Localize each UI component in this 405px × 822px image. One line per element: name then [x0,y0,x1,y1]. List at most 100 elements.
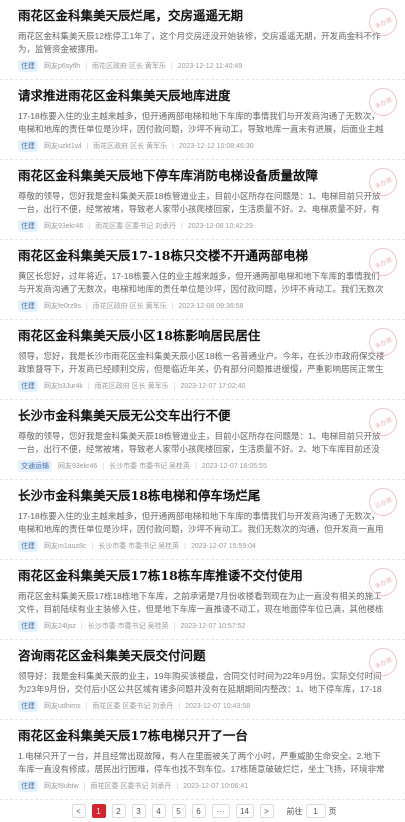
category-tag[interactable]: 住建 [18,140,38,152]
post-time: 2023-12-12 10:08:46:30 [178,142,254,150]
post-summary: 领导，您好，我是长沙市雨花区金科集美天辰小区18栋一名普通业户。今年，在长沙市政… [18,351,385,374]
post-title[interactable]: 请求推进雨花区金科集美天辰地库进度 [18,88,387,104]
category-tag[interactable]: 住建 [18,700,38,712]
page-1-button[interactable]: 1 [91,804,106,818]
category-tag[interactable]: 住建 [18,780,38,792]
post-summary: 尊敬的领导，您好我是金科集美天辰18栋管道业主，目前小区所存在问题是：1、电梯目… [18,191,381,214]
list-item[interactable]: 雨花区金科集美天辰烂尾，交房遥遥无期 雨花区金科集美天辰12栋停工1年了，这个月… [0,0,405,80]
meta-divider: | [87,382,90,390]
post-summary: 雨花区金科集美天辰12栋停工1年了，这个月交房还没开始装修，交房遥遥无期，开发商… [18,31,381,54]
category-tag[interactable]: 交通运输 [18,460,52,472]
category-tag[interactable]: 住建 [18,60,38,72]
page-4-button[interactable]: 4 [151,804,166,818]
post-meta: 住建 网友f8ubtw | 雨花区委 区委书记 刘承丹 | 2023-12-07… [18,780,387,792]
meta-divider: | [83,782,86,790]
page-unit-label: 页 [328,806,337,816]
post-title[interactable]: 长沙市金科集美天辰无公交车出行不便 [18,408,387,424]
post-title[interactable]: 雨花区金科集美天辰17-18栋只交楼不开通两部电梯 [18,248,387,264]
post-meta: 住建 网友fe0rz9s | 雨花区政府 区长 黄军乐 | 2023-12-08… [18,300,387,312]
post-department: 长沙市委 市委书记 吴桂英 [87,623,169,630]
list-item[interactable]: 长沙市金科集美天辰18栋电梯和停车场烂尾 17-18栋要入住的业主越来越多，但开… [0,480,405,560]
meta-divider: | [91,542,94,550]
post-user: 网友p6syflh [44,63,81,70]
post-meta: 住建 网友m1auz8c | 长沙市委 市委书记 吴桂英 | 2023-12-0… [18,540,387,552]
post-time: 2023-12-07 10:06:41 [183,782,249,790]
meta-divider: | [102,462,105,470]
list-item[interactable]: 雨花区金科集美天辰17栋电梯只开了一台 1.电梯只开了一台，并且经常出现故障，有… [0,720,405,800]
post-user: 网友24ljsz [44,623,76,630]
pagination: < 1 2 3 4 5 6 ··· 14 > 前往 1 页 [0,800,405,822]
post-department: 雨花区政府 区长 黄军乐 [93,143,168,150]
category-tag[interactable]: 住建 [18,620,38,632]
post-user: 网友m1auz8c [44,543,87,550]
post-summary: 黄区长您好，过年将近，17-18栋要入住的业主越来越多，但开通两部电梯和地下车库… [18,271,384,294]
post-meta: 住建 网友b3Jur4k | 雨花区政府 区长 黄军乐 | 2023-12-07… [18,380,387,392]
category-tag[interactable]: 住建 [18,220,38,232]
page-ellipsis-button[interactable]: ··· [211,804,230,818]
prev-page-button[interactable]: < [71,804,86,818]
page-5-button[interactable]: 5 [171,804,186,818]
list-item[interactable]: 咨询雨花区金科集美天辰交付问题 领导好：我是金科集美天辰的业主，19年购买该楼盘… [0,640,405,720]
post-meta: 住建 网友93ekr46 | 雨花区委 区委书记 刘承丹 | 2023-12-0… [18,220,387,232]
post-department: 长沙市委 市委书记 吴桂英 [109,463,191,470]
post-user: 网友uzkt1wl [44,143,82,150]
list-item[interactable]: 长沙市金科集美天辰无公交车出行不便 尊敬的领导，您好我是金科集美天辰18栋管道业… [0,400,405,480]
post-summary: 雨花区金科集美天辰17栋18栋地下车库，之前承诺是7月份收楼看到现在为止一直没有… [18,591,384,614]
list-item[interactable]: 雨花区金科集美天辰地下停车库消防电梯设备质量故障 尊敬的领导，您好我是金科集美天… [0,160,405,240]
list-item[interactable]: 请求推进雨花区金科集美天辰地库进度 17-18栋要入住的业主越来越多，但开通两部… [0,80,405,160]
post-list: 雨花区金科集美天辰烂尾，交房遥遥无期 雨花区金科集美天辰12栋停工1年了，这个月… [0,0,405,800]
category-tag[interactable]: 住建 [18,380,38,392]
post-department: 雨花区政府 区长 黄军乐 [92,303,167,310]
next-page-button[interactable]: > [259,804,274,818]
list-item[interactable]: 雨花区金科集美天辰17栋18栋车库推诿不交付使用 雨花区金科集美天辰17栋18栋… [0,560,405,640]
post-title[interactable]: 雨花区金科集美天辰烂尾，交房遥遥无期 [18,8,387,24]
post-summary: 尊敬的领导，您好我是金科集美天辰18栋管道业主，目前小区所存在问题是：1、电梯目… [18,431,381,454]
post-summary: 1.电梯只开了一台，并且经常出现故障，有人在里面被关了两个小时，严重威胁生命安全… [18,751,385,774]
post-time: 2023-12-07 17:02:40 [180,382,246,390]
post-meta: 住建 网友uzkt1wl | 雨花区政府 区长 黄军乐 | 2023-12-12… [18,140,387,152]
post-user: 网友f8ubtw [44,783,79,790]
meta-divider: | [80,622,83,630]
post-time: 2023-12-07 10:57:52 [180,622,246,630]
post-department: 雨花区委 区委书记 刘承丹 [90,783,172,790]
post-meta: 住建 网友udhims | 雨花区委 区委书记 刘承丹 | 2023-12-07… [18,700,387,712]
post-title[interactable]: 雨花区金科集美天辰17栋电梯只开了一台 [18,728,387,744]
page-6-button[interactable]: 6 [191,804,206,818]
post-user: 网友udhims [44,703,81,710]
category-tag[interactable]: 住建 [18,300,38,312]
meta-divider: | [86,142,89,150]
page-3-button[interactable]: 3 [131,804,146,818]
post-title[interactable]: 雨花区金科集美天辰17栋18栋车库推诿不交付使用 [18,568,387,584]
page-14-button[interactable]: 14 [235,804,254,818]
post-title[interactable]: 雨花区金科集美天辰小区18栋影响居民居住 [18,328,387,344]
post-title[interactable]: 雨花区金科集美天辰地下停车库消防电梯设备质量故障 [18,168,387,184]
list-item[interactable]: 雨花区金科集美天辰17-18栋只交楼不开通两部电梯 黄区长您好，过年将近，17-… [0,240,405,320]
post-department: 雨花区政府 区长 黄军乐 [94,383,169,390]
post-meta: 住建 网友24ljsz | 长沙市委 市委书记 吴桂英 | 2023-12-07… [18,620,387,632]
meta-divider: | [184,542,186,550]
list-item[interactable]: 雨花区金科集美天辰小区18栋影响居民居住 领导，您好，我是长沙市雨花区金科集美天… [0,320,405,400]
meta-divider: | [171,302,174,310]
meta-divider: | [88,222,91,230]
post-time: 2023-12-07 10:43:58 [185,702,251,710]
post-title[interactable]: 咨询雨花区金科集美天辰交付问题 [18,648,387,664]
post-user: 网友b3Jur4k [44,383,83,390]
meta-divider: | [181,222,183,230]
meta-divider: | [173,622,176,630]
post-user: 网友fe0rz9s [44,303,81,310]
post-time: 2023-12-07 16:05:55 [201,462,267,470]
meta-divider: | [172,142,174,150]
post-user: 网友93ekr46 [44,223,84,230]
post-time: 2023-12-08 10:42:29 [187,222,253,230]
post-time: 2023-12-12 11:40:49 [177,62,243,70]
post-department: 雨花区委 区委书记 刘承丹 [95,223,177,230]
post-title[interactable]: 长沙市金科集美天辰18栋电梯和停车场烂尾 [18,488,387,504]
post-summary: 17-18栋要入住的业主越来越多，但开通两部电梯和地下车库的事情我们与开发商沟通… [18,111,384,134]
post-meta: 交通运输 网友93ekr46 | 长沙市委 市委书记 吴桂英 | 2023-12… [18,460,387,472]
goto-page-input[interactable]: 1 [305,804,326,818]
page-2-button[interactable]: 2 [111,804,126,818]
meta-divider: | [178,702,181,710]
post-summary: 领导好：我是金科集美天辰的业主，19年购买该楼盘，合同交付时间为22年9月份。实… [18,671,382,694]
category-tag[interactable]: 住建 [18,540,38,552]
post-department: 雨花区委 区委书记 刘承丹 [92,703,174,710]
